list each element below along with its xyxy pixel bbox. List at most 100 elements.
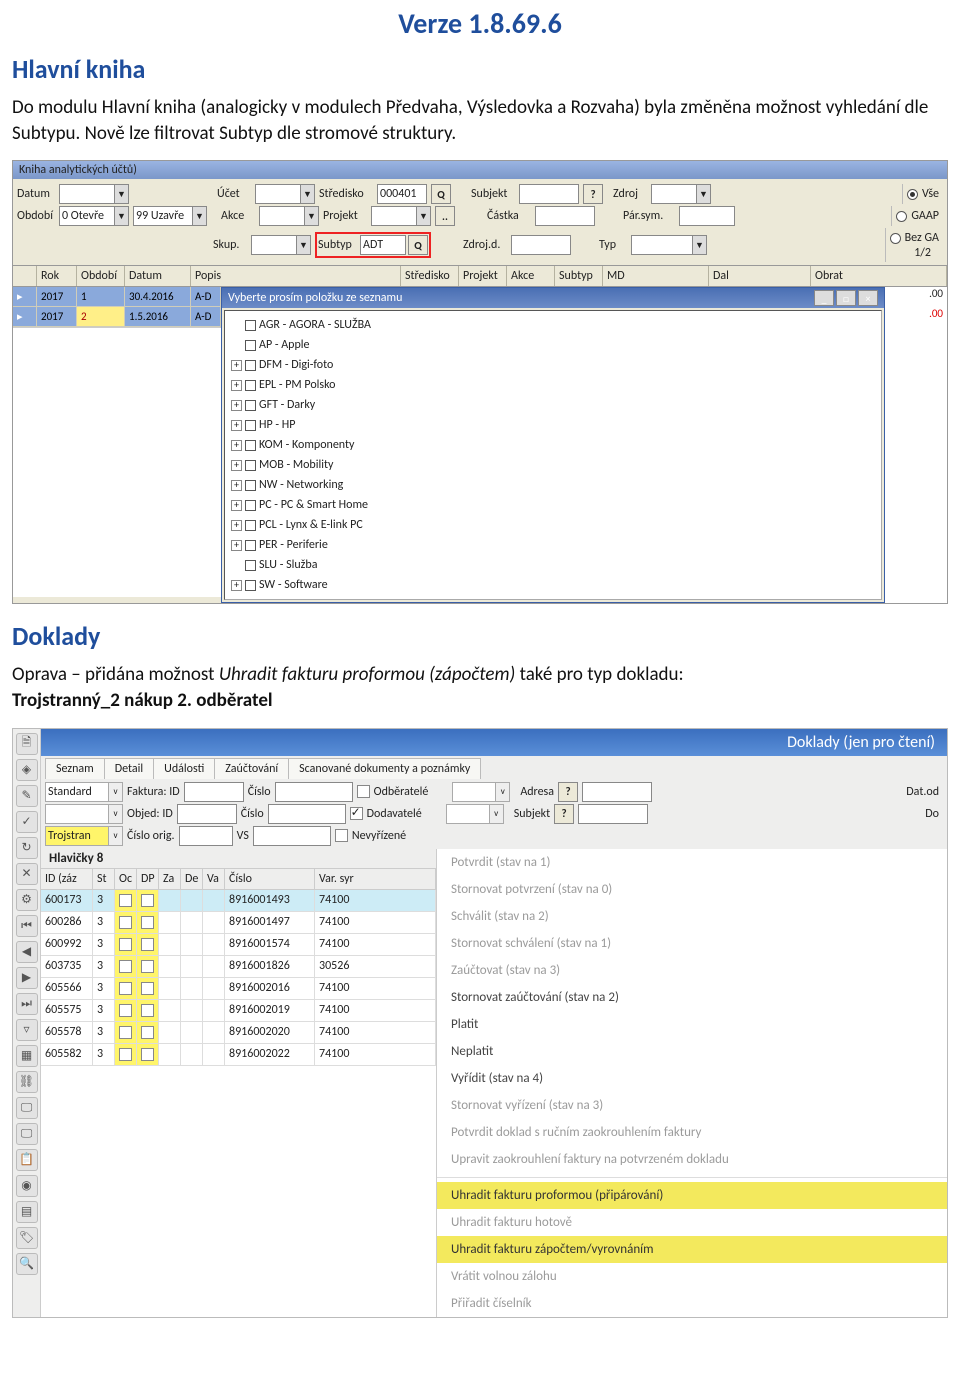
datum-combo[interactable]: ▼ xyxy=(59,184,129,204)
more-button[interactable]: .. xyxy=(435,206,455,226)
chevron-down-icon[interactable]: ▼ xyxy=(114,185,128,203)
table-row[interactable]: 6037353891600182630526 xyxy=(41,956,436,978)
expand-icon[interactable]: + xyxy=(231,520,242,531)
tree-node[interactable]: +HP - HP xyxy=(231,415,875,435)
tree-node[interactable]: +KOM - Komponenty xyxy=(231,435,875,455)
tree-node[interactable]: +NW - Networking xyxy=(231,475,875,495)
circle-icon[interactable]: ◉ xyxy=(16,1175,38,1197)
maximize-icon[interactable]: □ xyxy=(836,290,856,306)
tree-checkbox[interactable] xyxy=(245,360,256,371)
cislo2-input[interactable] xyxy=(268,804,346,824)
refresh-icon[interactable]: ↻ xyxy=(16,837,38,859)
tab[interactable]: Detail xyxy=(104,758,154,779)
radio-bezga[interactable]: Bez GA xyxy=(890,230,939,246)
typ-combo[interactable]: ▼ xyxy=(631,235,707,255)
tree-checkbox[interactable] xyxy=(245,460,256,471)
cog-icon[interactable]: ⚙ xyxy=(16,889,38,911)
radio-gaap[interactable]: GAAP xyxy=(896,208,939,224)
odberatele-check[interactable] xyxy=(357,785,370,798)
chevron-down-icon[interactable]: v xyxy=(495,783,509,801)
tree-node[interactable]: +PCL - Lynx & E-link PC xyxy=(231,515,875,535)
castka-input[interactable] xyxy=(535,206,595,226)
expand-icon[interactable]: + xyxy=(231,420,242,431)
expand-icon[interactable]: + xyxy=(231,380,242,391)
tree-node[interactable]: AGR - AGORA - SLUŽBA xyxy=(231,315,875,335)
tree-checkbox[interactable] xyxy=(245,480,256,491)
projekt-combo[interactable]: ▼ xyxy=(371,206,431,226)
chevron-down-icon[interactable]: ▼ xyxy=(416,207,430,225)
search-icon[interactable]: 🔍 xyxy=(16,1253,38,1275)
tree-checkbox[interactable] xyxy=(245,320,256,331)
tree-checkbox[interactable] xyxy=(245,420,256,431)
combo[interactable]: v xyxy=(452,782,510,802)
trojstran-combo[interactable]: Trojstranv xyxy=(45,826,123,846)
stredisko-input[interactable]: 000401 xyxy=(377,184,427,204)
close-icon[interactable]: ✕ xyxy=(16,863,38,885)
edit-icon[interactable]: ✎ xyxy=(16,785,38,807)
clipboard-icon[interactable]: 📋 xyxy=(16,1149,38,1171)
toggle-icon[interactable]: ◈ xyxy=(16,759,38,781)
nevyrizene-check[interactable] xyxy=(335,829,348,842)
akce-combo[interactable]: ▼ xyxy=(259,206,319,226)
zdrojd-input[interactable] xyxy=(511,235,571,255)
lookup-stredisko-button[interactable]: Q xyxy=(431,184,451,204)
vs-input[interactable] xyxy=(253,826,331,846)
check-icon[interactable]: ✓ xyxy=(16,811,38,833)
cislo-orig-input[interactable] xyxy=(179,826,233,846)
chevron-down-icon[interactable]: ▼ xyxy=(192,207,206,225)
help-button[interactable]: ? xyxy=(583,184,603,204)
tab[interactable]: Události xyxy=(153,758,215,779)
subjekt-input[interactable] xyxy=(519,184,579,204)
help-button[interactable]: ? xyxy=(554,804,574,824)
tree-node[interactable]: SLU - Služba xyxy=(231,555,875,575)
cislo-input[interactable] xyxy=(275,782,353,802)
last-icon[interactable]: ⏭ xyxy=(16,993,38,1015)
parsym-input[interactable] xyxy=(679,206,735,226)
chevron-down-icon[interactable]: v xyxy=(489,805,503,823)
minimize-icon[interactable]: _ xyxy=(814,290,834,306)
menu-item[interactable]: Vyřídit (stav na 4) xyxy=(437,1065,947,1092)
tree-checkbox[interactable] xyxy=(245,340,256,351)
menu-item[interactable]: Platit xyxy=(437,1011,947,1038)
tag-icon[interactable]: 🏷 xyxy=(16,1227,38,1249)
expand-icon[interactable]: + xyxy=(231,580,242,591)
expand-icon[interactable]: + xyxy=(231,360,242,371)
tree-checkbox[interactable] xyxy=(245,380,256,391)
chevron-down-icon[interactable]: v xyxy=(108,805,122,823)
lookup-subtyp-button[interactable]: Q xyxy=(408,235,428,255)
obdobi-from-combo[interactable]: 0 Otevře▼ xyxy=(59,206,129,226)
tree-checkbox[interactable] xyxy=(245,440,256,451)
tab[interactable]: Scanované dokumenty a poznámky xyxy=(288,758,481,779)
expand-icon[interactable]: + xyxy=(231,540,242,551)
menu-item[interactable]: Uhradit fakturu zápočtem/vyrovnáním xyxy=(437,1236,947,1263)
help-button[interactable]: ? xyxy=(558,782,578,802)
chevron-down-icon[interactable]: ▼ xyxy=(696,185,710,203)
table-row[interactable]: 6009923891600157474100 xyxy=(41,934,436,956)
link-icon[interactable]: ⛓ xyxy=(16,1071,38,1093)
chevron-down-icon[interactable]: ▼ xyxy=(304,207,318,225)
chevron-down-icon[interactable]: ▼ xyxy=(114,207,128,225)
subjekt-input[interactable] xyxy=(578,804,648,824)
table-row[interactable]: 6055823891600202274100 xyxy=(41,1044,436,1066)
subtyp-input[interactable]: ADT xyxy=(360,235,406,255)
table-row[interactable]: ▸ 2017 2 1.5.2016 A-D xyxy=(13,307,221,327)
monitor-icon[interactable]: 🖵 xyxy=(16,1097,38,1119)
chevron-down-icon[interactable]: ▼ xyxy=(692,236,706,254)
tree-checkbox[interactable] xyxy=(245,580,256,591)
expand-icon[interactable]: + xyxy=(231,460,242,471)
close-icon[interactable]: × xyxy=(858,290,878,306)
tree-checkbox[interactable] xyxy=(245,500,256,511)
menu-item[interactable]: Uhradit fakturu proformou (připárování) xyxy=(437,1182,947,1209)
standard-combo[interactable]: Standardv xyxy=(45,782,123,802)
list-icon[interactable]: ▤ xyxy=(16,1201,38,1223)
expand-icon[interactable]: + xyxy=(231,480,242,491)
tree-checkbox[interactable] xyxy=(245,540,256,551)
filter-icon[interactable]: ▿ xyxy=(16,1019,38,1041)
menu-item[interactable]: Neplatit xyxy=(437,1038,947,1065)
obdobi-to-combo[interactable]: 99 Uzavře▼ xyxy=(133,206,207,226)
tree-node[interactable]: +SW - Software xyxy=(231,575,875,595)
table-row[interactable]: 6055753891600201974100 xyxy=(41,1000,436,1022)
faktura-id-input[interactable] xyxy=(184,782,244,802)
tab[interactable]: Seznam xyxy=(45,758,105,779)
skup-combo[interactable]: ▼ xyxy=(251,235,311,255)
